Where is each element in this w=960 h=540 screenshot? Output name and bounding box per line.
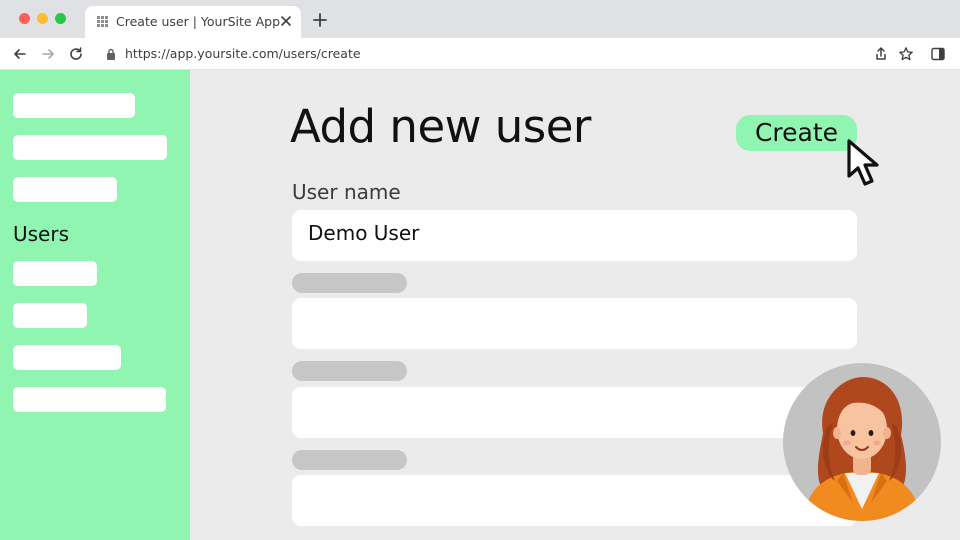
form-input[interactable] <box>292 298 857 349</box>
form-input[interactable] <box>292 475 857 526</box>
create-button[interactable]: Create <box>736 115 857 151</box>
tab-title: Create user | YourSite App <box>116 14 281 29</box>
forward-arrow-icon[interactable] <box>40 46 56 62</box>
sidebar-item-placeholder[interactable] <box>13 387 166 412</box>
window-maximize-dot[interactable] <box>55 13 66 24</box>
sidebar-item-placeholder[interactable] <box>13 177 117 202</box>
sidebar-item-placeholder[interactable] <box>13 135 167 160</box>
form-input[interactable] <box>292 387 857 438</box>
url-text: https://app.yoursite.com/users/create <box>125 46 361 61</box>
sidebar-toggle-icon[interactable] <box>930 46 946 62</box>
sidebar-item-placeholder[interactable] <box>13 261 97 286</box>
field-label-placeholder <box>292 273 407 293</box>
sidebar-item-users[interactable]: Users <box>13 222 69 246</box>
lock-icon <box>107 48 115 60</box>
sidebar-item-placeholder[interactable] <box>13 303 87 328</box>
field-label-placeholder <box>292 361 407 381</box>
browser-toolbar: https://app.yoursite.com/users/create <box>0 38 960 70</box>
close-icon[interactable] <box>279 14 293 28</box>
field-label-placeholder <box>292 450 407 470</box>
plus-icon[interactable] <box>312 12 328 28</box>
woman-avatar-illustration <box>803 377 921 521</box>
mouse-pointer-icon <box>847 139 879 186</box>
user-name-input[interactable]: Demo User <box>292 210 857 261</box>
window-close-dot[interactable] <box>19 13 30 24</box>
user-name-value: Demo User <box>308 221 420 245</box>
reload-icon[interactable] <box>68 46 84 62</box>
page-title: Add new user <box>290 100 591 153</box>
browser-titlebar: Create user | YourSite App <box>0 0 960 38</box>
window-minimize-dot[interactable] <box>37 13 48 24</box>
address-bar[interactable]: https://app.yoursite.com/users/create <box>98 42 858 66</box>
sidebar: Users <box>0 70 190 540</box>
avatar <box>783 363 941 521</box>
apps-grid-icon <box>97 16 108 27</box>
sidebar-item-placeholder[interactable] <box>13 345 121 370</box>
back-arrow-icon[interactable] <box>12 46 28 62</box>
share-icon[interactable] <box>873 46 889 62</box>
user-name-label: User name <box>292 180 401 204</box>
browser-tab[interactable]: Create user | YourSite App <box>85 6 301 38</box>
sidebar-item-placeholder[interactable] <box>13 93 135 118</box>
star-icon[interactable] <box>898 46 914 62</box>
